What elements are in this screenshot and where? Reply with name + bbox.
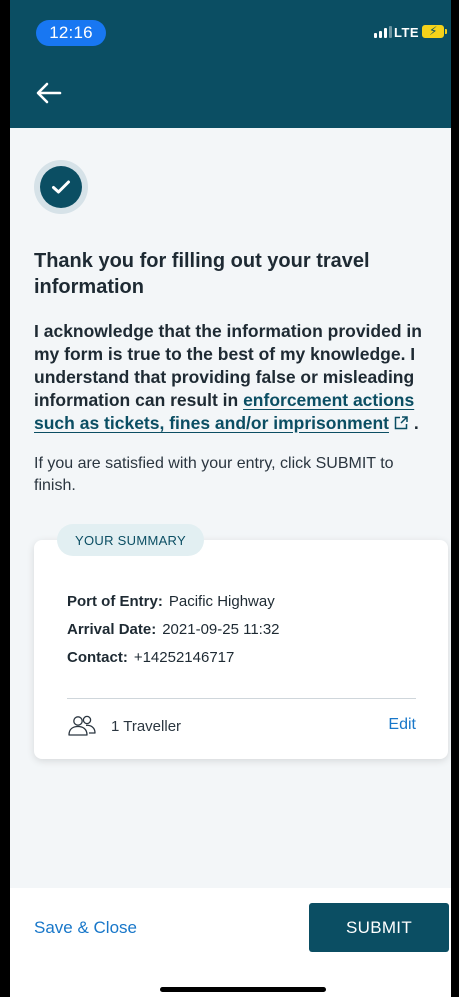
arrow-left-icon	[36, 82, 62, 104]
traveller-count: 1 Traveller	[67, 715, 181, 737]
success-badge	[34, 160, 88, 214]
arrival-date-label: Arrival Date:	[67, 621, 157, 638]
device-frame: 12:16 LTE ⚡ Thank you for filling out yo	[0, 0, 459, 997]
header: 12:16 LTE ⚡	[10, 0, 451, 128]
contact-row: Contact: +14252146717	[67, 644, 280, 672]
status-bar: 12:16 LTE ⚡	[10, 0, 451, 46]
acknowledgement-text: I acknowledge that the information provi…	[34, 320, 434, 435]
network-label: LTE	[394, 25, 420, 40]
arrival-date-value: 2021-09-25 11:32	[162, 621, 280, 638]
home-indicator[interactable]	[160, 987, 326, 992]
contact-label: Contact:	[67, 649, 128, 666]
battery-icon: ⚡	[422, 24, 447, 38]
submit-button[interactable]: SUBMIT	[309, 903, 449, 952]
people-icon	[68, 715, 96, 736]
summary-card: YOUR SUMMARY Port of Entry: Pacific Highw…	[34, 524, 448, 759]
instruction-text: If you are satisfied with your entry, cl…	[34, 455, 394, 494]
traveller-count-label: 1 Traveller	[111, 717, 182, 735]
port-of-entry-label: Port of Entry:	[67, 593, 163, 610]
app-screen: 12:16 LTE ⚡ Thank you for filling out yo	[10, 0, 451, 997]
summary-divider	[67, 698, 416, 699]
signal-icon	[374, 26, 392, 38]
port-of-entry-row: Port of Entry: Pacific Highway	[67, 588, 280, 616]
summary-details: Port of Entry: Pacific Highway Arrival Da…	[67, 588, 280, 672]
status-time: 12:16	[36, 20, 106, 46]
save-close-button[interactable]: Save & Close	[34, 918, 137, 938]
contact-value: +14252146717	[133, 649, 235, 666]
edit-travellers-link[interactable]: Edit	[388, 716, 416, 734]
summary-tag: YOUR SUMMARY	[57, 524, 204, 556]
check-circle-icon	[40, 166, 82, 208]
page-title: Thank you for filling out your travel in…	[34, 250, 370, 298]
back-button[interactable]	[34, 78, 64, 108]
ack-text-part2: .	[408, 413, 419, 433]
main-content: Thank you for filling out your travel in…	[10, 128, 451, 888]
arrival-date-row: Arrival Date: 2021-09-25 11:32	[67, 616, 280, 644]
bottom-action-bar: Save & Close SUBMIT	[10, 888, 451, 997]
external-link-icon	[394, 416, 408, 430]
port-of-entry-value: Pacific Highway	[168, 593, 275, 610]
